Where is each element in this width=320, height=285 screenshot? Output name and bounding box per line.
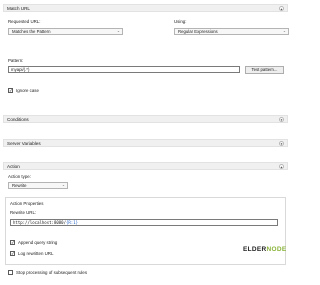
- rewrite-url-label: Rewrite URL:: [10, 210, 37, 215]
- action-type-select[interactable]: Rewrite ⌄: [8, 182, 68, 189]
- using-label: Using:: [174, 19, 187, 24]
- action-title: Action: [7, 164, 20, 169]
- chevron-up-icon[interactable]: ▴: [279, 164, 284, 169]
- rewrite-url-input[interactable]: http://localhost:8080/{R:1}: [10, 219, 278, 226]
- ignore-case-label: Ignore case: [16, 88, 39, 93]
- pattern-input[interactable]: myapi/(.*): [8, 66, 240, 73]
- requested-url-select[interactable]: Matches the Pattern ⌄: [8, 28, 123, 35]
- log-rewritten-label: Log rewritten URL: [18, 251, 54, 256]
- eldernode-logo: ELDERNODE: [243, 246, 287, 253]
- match-url-header[interactable]: Match URL ▴: [3, 4, 288, 12]
- server-variables-title: Server Variables: [7, 141, 41, 146]
- chevron-up-icon[interactable]: ▴: [279, 6, 284, 11]
- match-url-title: Match URL: [7, 6, 30, 11]
- server-variables-header[interactable]: Server Variables ▾: [3, 139, 288, 147]
- using-value: Regular Expressions: [178, 29, 218, 34]
- test-pattern-button[interactable]: Test pattern...: [245, 66, 284, 74]
- chevron-down-icon: ⌄: [116, 29, 120, 33]
- action-type-label: Action type:: [8, 174, 31, 179]
- append-query-checkbox[interactable]: ✓: [10, 240, 15, 245]
- stop-processing-label: Stop processing of subsequent rules: [16, 270, 88, 275]
- pattern-label: Pattern:: [8, 58, 24, 63]
- append-query-label: Append query string: [18, 240, 58, 245]
- stop-processing-checkbox[interactable]: [8, 270, 13, 275]
- conditions-header[interactable]: Conditions ▾: [3, 115, 288, 123]
- log-rewritten-checkbox[interactable]: ✓: [10, 251, 15, 256]
- rewrite-url-variable: {R:1}: [65, 220, 79, 225]
- ignore-case-checkbox[interactable]: ✓: [8, 88, 13, 93]
- conditions-title: Conditions: [7, 117, 29, 122]
- rewrite-url-prefix: http://localhost:8080/: [13, 220, 66, 225]
- chevron-down-icon: ⌄: [282, 29, 286, 33]
- chevron-down-icon[interactable]: ▾: [279, 117, 284, 122]
- requested-url-label: Requested URL:: [8, 19, 41, 24]
- pattern-value: myapi/(.*): [11, 67, 30, 72]
- action-properties-label: Action Properties: [10, 201, 44, 206]
- chevron-down-icon: ⌄: [61, 183, 65, 187]
- using-select[interactable]: Regular Expressions ⌄: [174, 28, 289, 35]
- action-header[interactable]: Action ▴: [3, 162, 288, 170]
- requested-url-value: Matches the Pattern: [12, 29, 51, 34]
- chevron-down-icon[interactable]: ▾: [279, 141, 284, 146]
- action-type-value: Rewrite: [12, 183, 27, 188]
